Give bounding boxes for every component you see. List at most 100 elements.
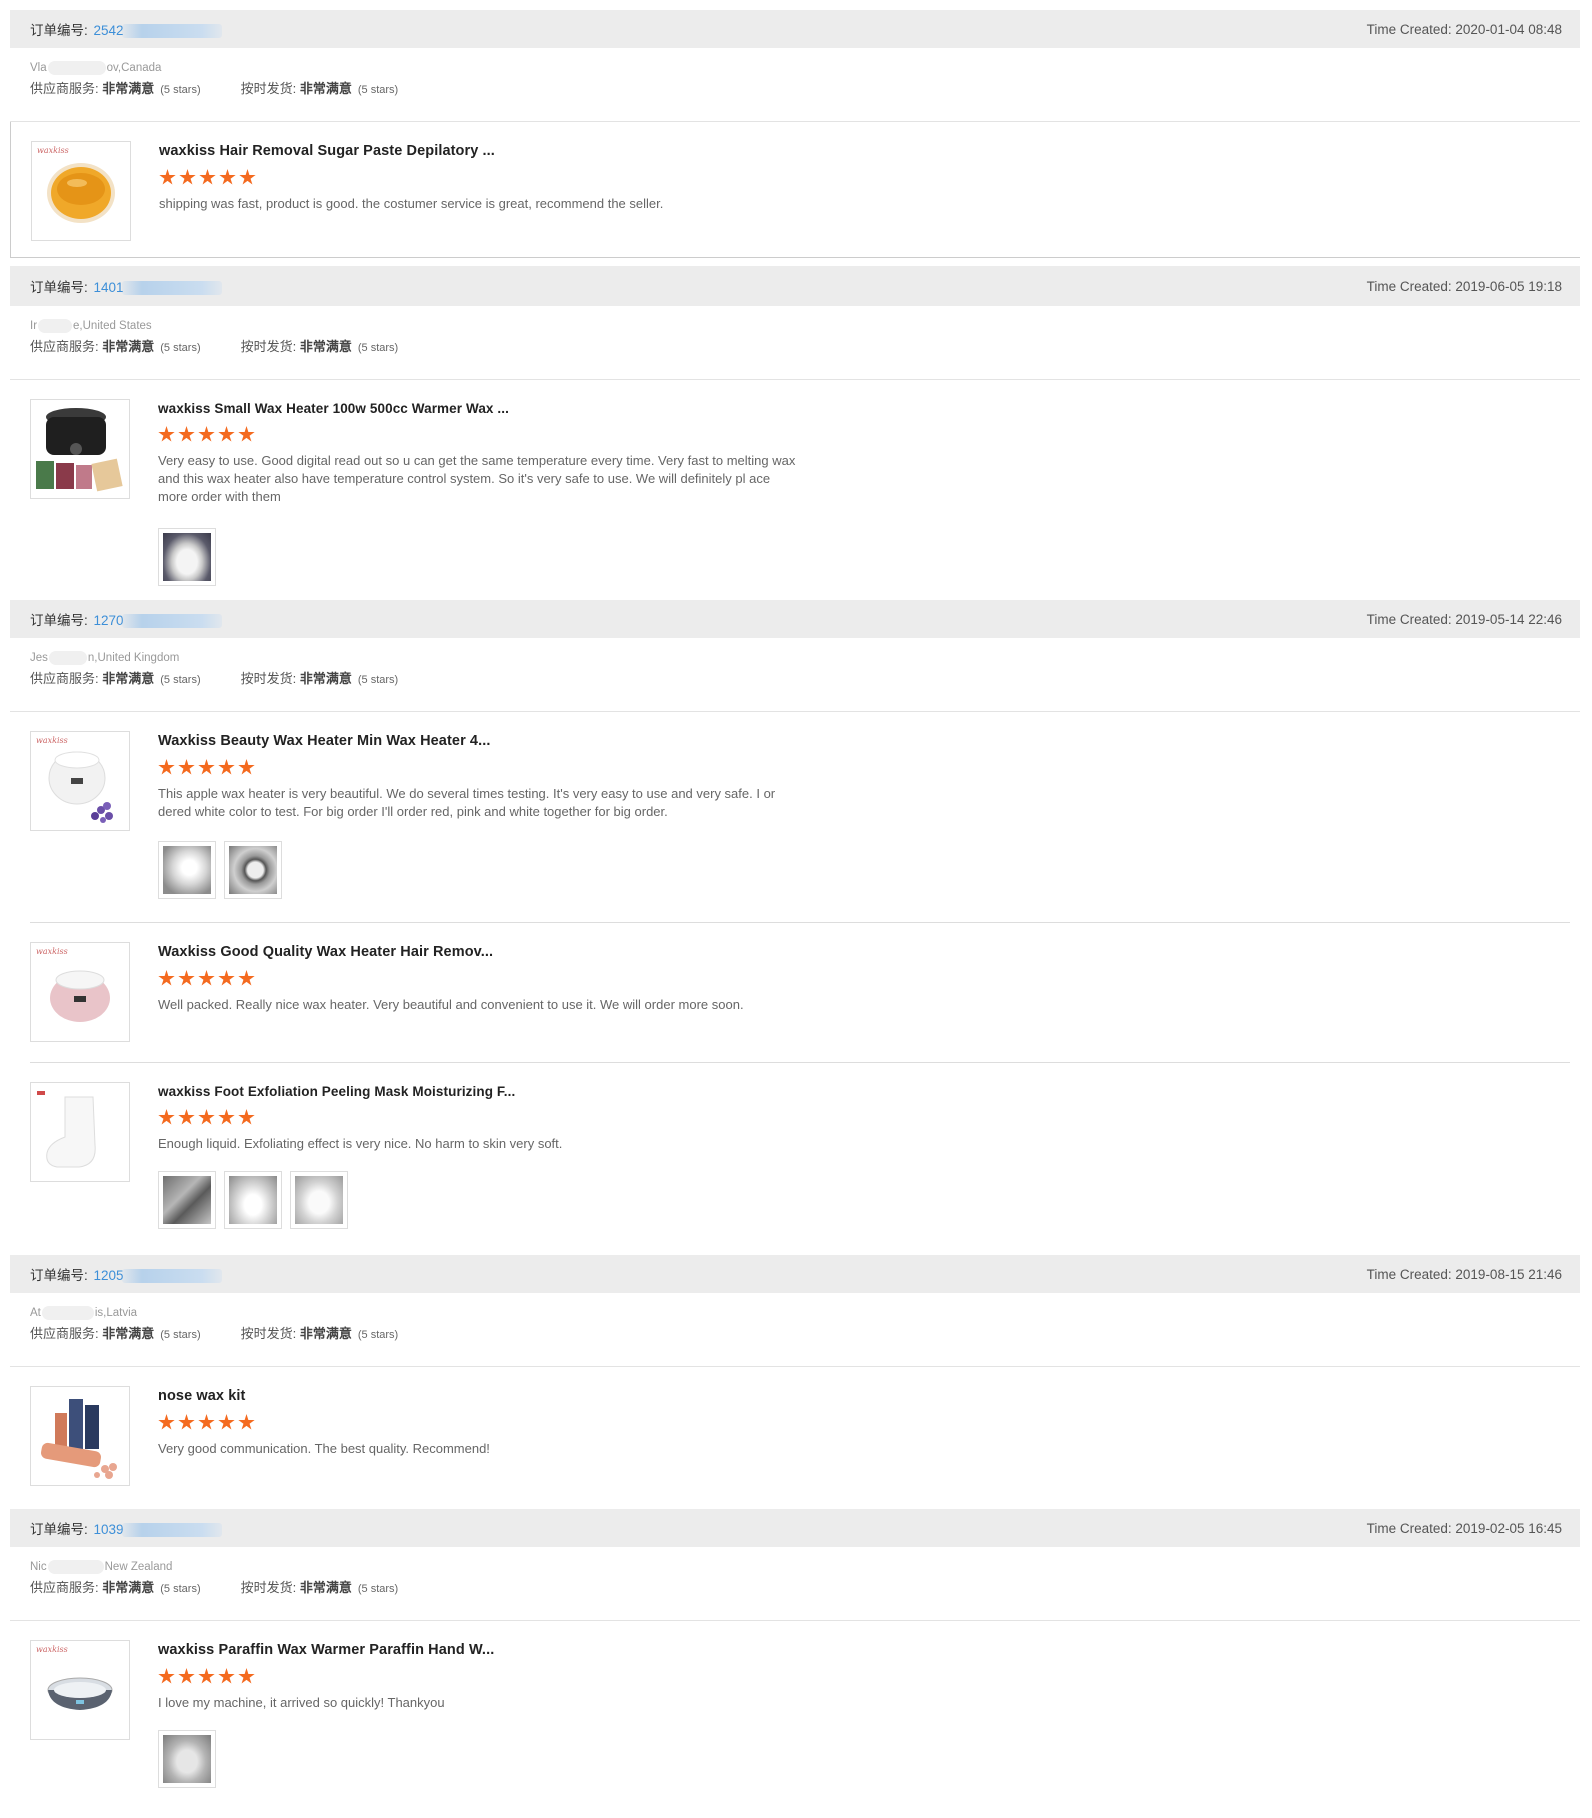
- order-header: 订单编号: 1039 Time Created: 2019-02-05 16:4…: [10, 1509, 1580, 1547]
- star-rating: [158, 970, 1058, 987]
- order-no-label: 订单编号:: [30, 1268, 88, 1283]
- seller-ratings: 供应商服务: 非常满意 (5 stars) 按时发货: 非常满意 (5 stars): [30, 339, 399, 354]
- order-no-label: 订单编号:: [30, 613, 88, 628]
- redacted-bar: [121, 1523, 222, 1538]
- star-rating: [158, 1414, 1058, 1431]
- product-title-link[interactable]: Waxkiss Good Quality Wax Heater Hair Rem…: [158, 944, 1058, 960]
- order-card: 订单编号: 2542 Time Created: 2020-01-04 08:4…: [10, 10, 1580, 258]
- buyer-location: Ir e,United States: [30, 319, 152, 333]
- order-header: 订单编号: 1205 Time Created: 2019-08-15 21:4…: [10, 1255, 1580, 1293]
- seller-ratings: 供应商服务: 非常满意 (5 stars) 按时发货: 非常满意 (5 stars): [30, 671, 399, 686]
- review-photo[interactable]: [158, 1171, 216, 1229]
- product-review: waxkiss waxkiss Hair Removal Sugar Paste…: [10, 122, 1580, 258]
- nose-wax-kit-icon: [41, 1399, 117, 1479]
- product-title-link[interactable]: Waxkiss Beauty Wax Heater Min Wax Heater…: [158, 733, 798, 749]
- order-header: 订单编号: 1401 Time Created: 2019-06-05 19:1…: [10, 266, 1580, 306]
- review-photos: [158, 841, 798, 899]
- redacted-name: [41, 1306, 94, 1320]
- paraffin-photo-icon: [163, 1735, 211, 1783]
- product-title-link[interactable]: nose wax kit: [158, 1388, 1058, 1404]
- product-title-link[interactable]: waxkiss Hair Removal Sugar Paste Depilat…: [159, 143, 1059, 159]
- product-thumbnail[interactable]: waxkiss: [31, 141, 131, 241]
- redacted-name: [38, 319, 73, 333]
- product-thumbnail[interactable]: waxkiss: [30, 731, 130, 831]
- buyer-location: At is,Latvia: [30, 1306, 138, 1320]
- review-text: This apple wax heater is very beautiful.…: [158, 786, 776, 819]
- product-thumbnail[interactable]: [30, 399, 130, 499]
- review-photo[interactable]: [158, 528, 216, 586]
- buyer-location: Jes n,United Kingdom: [30, 651, 180, 665]
- star-rating: [158, 1668, 1058, 1685]
- review-photo[interactable]: [224, 841, 282, 899]
- review-photo[interactable]: [158, 1730, 216, 1788]
- redacted-name: [47, 61, 106, 75]
- foot-mask-icon: [37, 1091, 96, 1168]
- order-card: 订单编号: 1039 Time Created: 2019-02-05 16:4…: [10, 1509, 1580, 1788]
- buyer-block: At is,Latvia 供应商服务: 非常满意 (5 stars) 按时发货: 非…: [10, 1293, 1580, 1367]
- star-rating: [159, 169, 1059, 186]
- product-thumbnail[interactable]: [30, 1082, 130, 1182]
- time-created: Time Created: 2019-08-15 21:46: [1366, 1266, 1562, 1282]
- product-thumbnail[interactable]: [30, 1386, 130, 1486]
- buyer-block: Jes n,United Kingdom 供应商服务: 非常满意 (5 stars)…: [10, 638, 1580, 712]
- order-no-link[interactable]: 1039: [94, 1522, 124, 1537]
- pink-wax-heater-icon: [50, 970, 110, 1022]
- product-review: waxkiss Foot Exfoliation Peeling Mask Mo…: [30, 1062, 1570, 1236]
- order-no-link[interactable]: 1401: [94, 280, 124, 295]
- buyer-block: Ir e,United States 供应商服务: 非常满意 (5 stars) 按…: [10, 306, 1580, 380]
- review-text: shipping was fast, product is good. the …: [159, 196, 664, 211]
- buyer-block: Nic New Zealand 供应商服务: 非常满意 (5 stars) 按时发货…: [10, 1547, 1580, 1621]
- product-review: waxkiss Waxkiss Good Quality Wax Heater …: [30, 922, 1570, 1062]
- redacted-bar: [121, 281, 222, 296]
- time-created: Time Created: 2019-05-14 22:46: [1366, 611, 1562, 627]
- order-no-label: 订单编号:: [30, 1522, 88, 1537]
- mask-pair-photo-icon: [295, 1176, 343, 1224]
- seller-ratings: 供应商服务: 非常满意 (5 stars) 按时发货: 非常满意 (5 stars): [30, 1580, 399, 1595]
- review-text: Well packed. Really nice wax heater. Ver…: [158, 997, 744, 1012]
- brand-logo-icon: waxkiss: [36, 1645, 68, 1654]
- mask-sock-photo-icon: [229, 1176, 277, 1224]
- product-review: waxkiss Waxkiss Beauty Wax Heater Min Wa…: [10, 712, 1580, 922]
- white-wax-heater-icon: [48, 751, 113, 823]
- order-no-link[interactable]: 1205: [94, 1268, 124, 1283]
- product-review: waxkiss Small Wax Heater 100w 500cc Warm…: [10, 380, 1580, 586]
- redacted-name: [47, 1560, 104, 1574]
- review-photo[interactable]: [158, 841, 216, 899]
- buyer-block: Vla ov,Canada 供应商服务: 非常满意 (5 stars) 按时发货: …: [10, 48, 1580, 122]
- product-thumbnail[interactable]: waxkiss: [30, 942, 130, 1042]
- wax-heater-photo-icon: [163, 533, 211, 581]
- review-photo[interactable]: [290, 1171, 348, 1229]
- product-title-link[interactable]: waxkiss Foot Exfoliation Peeling Mask Mo…: [158, 1084, 798, 1099]
- star-rating: [158, 426, 798, 443]
- review-text: Very good communication. The best qualit…: [158, 1441, 490, 1456]
- order-card: 订单编号: 1270 Time Created: 2019-05-14 22:4…: [10, 600, 1580, 1236]
- time-created: Time Created: 2019-02-05 16:45: [1366, 1520, 1562, 1536]
- order-header: 订单编号: 1270 Time Created: 2019-05-14 22:4…: [10, 600, 1580, 638]
- order-no-link[interactable]: 1270: [94, 613, 124, 628]
- redacted-bar: [121, 24, 222, 39]
- product-title-link[interactable]: waxkiss Paraffin Wax Warmer Paraffin Han…: [158, 1642, 1058, 1658]
- review-photos: [158, 1730, 1058, 1788]
- redacted-bar: [121, 614, 222, 629]
- mask-package-photo-icon: [163, 1176, 211, 1224]
- black-wax-heater-icon: [36, 408, 123, 492]
- star-rating: [158, 1109, 798, 1126]
- review-photo[interactable]: [224, 1171, 282, 1229]
- order-no-label: 订单编号:: [30, 23, 88, 38]
- review-photos: [158, 528, 798, 586]
- heater-top-photo-icon: [229, 846, 277, 894]
- product-title-link[interactable]: waxkiss Small Wax Heater 100w 500cc Warm…: [158, 401, 798, 416]
- time-created: Time Created: 2019-06-05 19:18: [1366, 278, 1562, 294]
- brand-logo-icon: waxkiss: [37, 146, 69, 155]
- brand-logo-icon: waxkiss: [36, 947, 68, 956]
- brand-logo-icon: waxkiss: [36, 736, 68, 745]
- redacted-name: [48, 651, 87, 665]
- review-text: Enough liquid. Exfoliating effect is ver…: [158, 1136, 563, 1151]
- order-no-link[interactable]: 2542: [94, 23, 124, 38]
- buyer-location: Nic New Zealand: [30, 1560, 173, 1574]
- product-review: nose wax kit Very good communication. Th…: [10, 1367, 1580, 1507]
- time-created: Time Created: 2020-01-04 08:48: [1366, 21, 1562, 37]
- redacted-bar: [121, 1269, 222, 1284]
- product-thumbnail[interactable]: waxkiss: [30, 1640, 130, 1740]
- seller-ratings: 供应商服务: 非常满意 (5 stars) 按时发货: 非常满意 (5 stars): [30, 1326, 399, 1341]
